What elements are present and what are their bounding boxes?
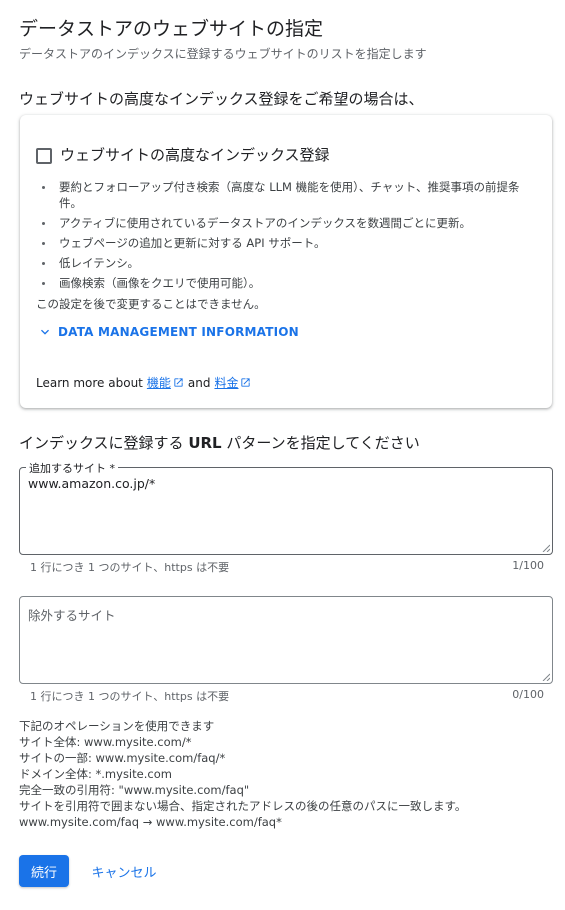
chevron-down-icon (41, 329, 49, 335)
include-sites-input[interactable]: www.amazon.co.jp/* (28, 476, 540, 544)
include-sites-hint: 1 行につき 1 つのサイト、https は不要 (30, 561, 230, 574)
learn-more-line: Learn more about 機能 and 料金 (36, 374, 255, 391)
exclude-sites-counter: 0/100 (512, 688, 544, 701)
feature-item: 要約とフォローアップ付き検索（高度な LLM 機能を使用）、チャット、推奨事項の… (42, 179, 542, 211)
operations-line: サイト全体: www.mysite.com/* (19, 735, 192, 749)
features-link[interactable]: 機能 (147, 374, 184, 391)
open-in-new-icon (174, 378, 183, 387)
feature-item: 画像検索（画像をクエリで使用可能）。 (42, 275, 542, 291)
advanced-indexing-heading: ウェブサイトの高度なインデックス登録をご希望の場合は、 (19, 90, 424, 108)
open-in-new-icon (241, 378, 251, 387)
operations-line: ドメイン全体: *.mysite.com (19, 767, 172, 781)
url-heading-post: パターンを指定してください (221, 434, 420, 452)
data-management-label: DATA MANAGEMENT INFORMATION (58, 325, 299, 339)
and-text: and (187, 375, 211, 390)
feature-list: 要約とフォローアップ付き検索（高度な LLM 機能を使用）、チャット、推奨事項の… (42, 179, 542, 295)
operations-help: 下記のオペレーションを使用できます サイト全体: www.mysite.com/… (19, 718, 466, 830)
cancel-button[interactable]: キャンセル (84, 855, 164, 887)
operations-line: 下記のオペレーションを使用できます (19, 719, 215, 733)
url-heading-bold: URL (188, 434, 222, 452)
feature-item: 低レイテンシ。 (42, 255, 542, 271)
pricing-link[interactable]: 料金 (214, 374, 251, 391)
learn-more-prefix: Learn more about (36, 375, 143, 390)
url-heading-pre: インデックスに登録する (19, 434, 189, 452)
operations-line: www.mysite.com/faq → www.mysite.com/faq* (19, 815, 282, 829)
feature-item: ウェブページの追加と更新に対する API サポート。 (42, 235, 542, 251)
pricing-link-label: 料金 (214, 376, 239, 390)
feature-item: アクティブに使用されているデータストアのインデックスを数週間ごとに更新。 (42, 215, 542, 231)
advanced-indexing-card: ウェブサイトの高度なインデックス登録 要約とフォローアップ付き検索（高度な LL… (20, 115, 552, 408)
operations-line: サイトを引用符で囲まない場合、指定されたアドレスの後の任意のパスに一致します。 (19, 799, 467, 813)
exclude-sites-field (19, 596, 553, 684)
page-subtitle: データストアのインデックスに登録するウェブサイトのリストを指定します (19, 47, 427, 61)
page-title: データストアのウェブサイトの指定 (19, 18, 324, 40)
include-sites-label: 追加するサイト * (26, 460, 118, 476)
resize-handle-icon[interactable] (542, 544, 550, 552)
data-management-expander[interactable]: DATA MANAGEMENT INFORMATION (37, 324, 299, 340)
exclude-sites-hint: 1 行につき 1 つのサイト、https は不要 (30, 690, 230, 703)
include-sites-counter: 1/100 (512, 559, 544, 572)
advanced-indexing-checkbox[interactable] (36, 148, 52, 164)
resize-handle-icon[interactable] (542, 673, 550, 681)
exclude-sites-input[interactable] (28, 605, 540, 673)
continue-button[interactable]: 続行 (19, 855, 69, 887)
operations-line: サイトの一部: www.mysite.com/faq/* (19, 751, 226, 765)
features-link-label: 機能 (146, 376, 171, 390)
advanced-indexing-checkbox-label[interactable]: ウェブサイトの高度なインデックス登録 (60, 144, 330, 165)
operations-line: 完全一致の引用符: "www.mysite.com/faq" (19, 783, 250, 797)
irreversible-warning: この設定を後で変更することはできません。 (36, 297, 266, 311)
include-sites-field: 追加するサイト * www.amazon.co.jp/* (19, 460, 553, 555)
url-pattern-heading: インデックスに登録する URL パターンを指定してください (19, 432, 420, 453)
